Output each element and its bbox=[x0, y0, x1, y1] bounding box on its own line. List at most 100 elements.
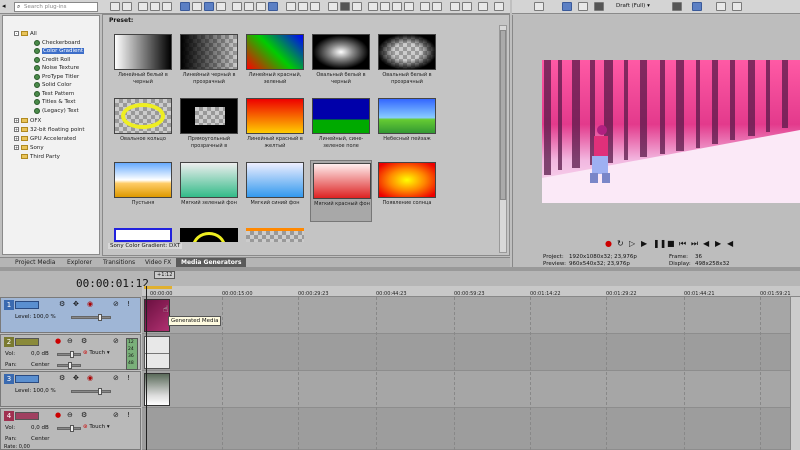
preset-item[interactable]: Прямоугольный прозрачный в bbox=[178, 96, 240, 158]
tree-item-32bit[interactable]: +32-bit floating point bbox=[14, 126, 85, 134]
preset-scroll-thumb[interactable] bbox=[500, 30, 506, 200]
tree-item-gpu[interactable]: + GPU Accelerated bbox=[14, 135, 76, 143]
solo-icon[interactable]: ! bbox=[127, 411, 130, 419]
toolbar-button-25[interactable] bbox=[432, 2, 442, 11]
toolbar-button-1[interactable] bbox=[110, 2, 120, 11]
track-fx-icon[interactable]: ⚙ bbox=[81, 411, 87, 419]
pause-icon[interactable]: ❚❚ bbox=[653, 240, 666, 248]
tree-item-third-party[interactable]: +Third Party bbox=[14, 153, 60, 161]
preset-item[interactable]: Появление солнца bbox=[376, 160, 438, 222]
preset-item-partial[interactable] bbox=[114, 228, 172, 242]
back-icon[interactable]: ◂ bbox=[2, 2, 6, 10]
stop-icon[interactable]: ■ bbox=[667, 240, 675, 248]
toolbar-button-9[interactable] bbox=[216, 2, 226, 11]
tree-item-legacy-text[interactable]: (Legacy) Text bbox=[34, 107, 79, 115]
toolbar-button-27[interactable] bbox=[462, 2, 472, 11]
tree-item-credit-roll[interactable]: Credit Roll bbox=[34, 56, 70, 64]
play-icon[interactable]: ▶ bbox=[641, 240, 649, 248]
preset-item[interactable]: Овальный белый в прозрачный bbox=[376, 32, 438, 94]
toolbar-button-20[interactable] bbox=[368, 2, 378, 11]
slider-knob[interactable] bbox=[98, 314, 102, 321]
toolbar-button-16[interactable] bbox=[310, 2, 320, 11]
toolbar-button-6[interactable] bbox=[180, 2, 190, 11]
preset-item[interactable]: Линейный красный в желтый bbox=[244, 96, 306, 158]
expand-icon[interactable]: + bbox=[14, 145, 19, 150]
video-clip[interactable] bbox=[144, 373, 170, 406]
preset-item[interactable]: Пустыня bbox=[112, 160, 174, 222]
preset-item-partial[interactable] bbox=[180, 228, 238, 242]
tree-item-checkerboard[interactable]: Checkerboard bbox=[34, 39, 80, 47]
record-arm-icon[interactable]: ● bbox=[55, 411, 61, 419]
toolbar-button-8[interactable] bbox=[204, 2, 214, 11]
preset-item[interactable]: Линейный белый в черный bbox=[112, 32, 174, 94]
slider-knob[interactable] bbox=[98, 388, 102, 395]
next-frame-icon[interactable]: ▶ bbox=[715, 240, 723, 248]
toolbar-button-29[interactable] bbox=[494, 2, 504, 11]
tree-item-solid-color[interactable]: Solid Color bbox=[34, 81, 72, 89]
toolbar-button-28[interactable] bbox=[478, 2, 488, 11]
tab-project-media[interactable]: Project Media bbox=[10, 258, 60, 267]
toolbar-button-12[interactable] bbox=[256, 2, 266, 11]
toolbar-button-5[interactable] bbox=[162, 2, 172, 11]
timeline-track-1[interactable] bbox=[142, 297, 800, 334]
motion-icon[interactable]: ✥ bbox=[73, 374, 79, 382]
play-from-start-icon[interactable]: ▷ bbox=[629, 240, 637, 248]
volume-slider[interactable] bbox=[57, 425, 81, 432]
invert-phase-icon[interactable]: ⊖ bbox=[67, 337, 73, 345]
toolbar-button-3[interactable] bbox=[138, 2, 148, 11]
preset-item[interactable]: Линейный красный, зеленый bbox=[244, 32, 306, 94]
slider-knob[interactable] bbox=[70, 425, 74, 432]
preset-scrollbar[interactable] bbox=[499, 25, 507, 253]
preset-item-selected[interactable]: Мягкий красный фон bbox=[310, 160, 372, 222]
tree-item-color-gradient[interactable]: Color Gradient bbox=[34, 47, 85, 55]
tree-item-ofx[interactable]: + OFX bbox=[14, 117, 41, 125]
expand-icon[interactable]: + bbox=[14, 127, 19, 132]
shuttle-icon[interactable]: ◀ bbox=[727, 240, 735, 248]
motion-icon[interactable]: ✥ bbox=[73, 300, 79, 308]
timeline-scrollbar[interactable] bbox=[790, 297, 800, 450]
preview-overlay-button[interactable] bbox=[594, 2, 604, 11]
preview-save-button[interactable] bbox=[732, 2, 742, 11]
composite-icon[interactable]: ◉ bbox=[87, 374, 93, 382]
preview-split-button[interactable] bbox=[578, 2, 588, 11]
timeline-track-3[interactable] bbox=[142, 371, 800, 408]
timeline-track-4[interactable] bbox=[142, 408, 800, 450]
tab-explorer[interactable]: Explorer bbox=[62, 258, 97, 267]
toolbar-button-10[interactable] bbox=[232, 2, 242, 11]
invert-phase-icon[interactable]: ⊖ bbox=[67, 411, 73, 419]
mute-icon[interactable]: ⊘ bbox=[113, 411, 119, 419]
timeline-track-2[interactable] bbox=[142, 334, 800, 371]
preset-item[interactable]: Небесный пейзаж bbox=[376, 96, 438, 158]
track-fx-icon[interactable]: ⚙ bbox=[59, 374, 65, 382]
toolbar-button-23[interactable] bbox=[404, 2, 414, 11]
toolbar-button-13[interactable] bbox=[268, 2, 278, 11]
tree-item-test-pattern[interactable]: Test Pattern bbox=[34, 90, 74, 98]
preset-item[interactable]: Мягкий зеленый фон bbox=[178, 160, 240, 222]
toolbar-button-14[interactable] bbox=[286, 2, 296, 11]
solo-icon[interactable]: ! bbox=[127, 300, 130, 308]
composite-icon[interactable]: ◉ bbox=[87, 300, 93, 308]
pan-slider[interactable] bbox=[57, 362, 81, 369]
tab-media-generators[interactable]: Media Generators bbox=[176, 258, 247, 267]
toolbar-button-18[interactable] bbox=[340, 2, 350, 11]
automation-mode[interactable]: ⊛ Touch ▾ bbox=[83, 350, 110, 356]
record-icon[interactable]: ● bbox=[605, 240, 613, 248]
toolbar-button-24[interactable] bbox=[420, 2, 430, 11]
tab-transitions[interactable]: Transitions bbox=[98, 258, 140, 267]
toolbar-button-2[interactable] bbox=[122, 2, 132, 11]
preview-grid-button[interactable] bbox=[672, 2, 682, 11]
level-slider[interactable] bbox=[71, 314, 111, 321]
search-input[interactable]: ⌕ Search plug-ins bbox=[14, 2, 98, 12]
expand-icon[interactable]: + bbox=[14, 118, 19, 123]
preview-monitor-button[interactable] bbox=[562, 2, 572, 11]
mute-icon[interactable]: ⊘ bbox=[113, 337, 119, 345]
video-clip-generated[interactable] bbox=[144, 299, 170, 332]
tree-item-noise-texture[interactable]: Noise Texture bbox=[34, 64, 79, 72]
toolbar-button-17[interactable] bbox=[328, 2, 338, 11]
expand-icon[interactable]: + bbox=[14, 136, 19, 141]
preview-settings-button[interactable] bbox=[534, 2, 544, 11]
prev-frame-icon[interactable]: ◀ bbox=[703, 240, 711, 248]
volume-slider[interactable] bbox=[57, 351, 81, 358]
preset-item[interactable]: Линейный, сине-зеленое поле bbox=[310, 96, 372, 158]
track-header-audio-2[interactable]: 2 ● ⊖ ⚙ ⊘ ! Vol: 0,0 dB ⊛ Touch ▾ Pan: C… bbox=[0, 334, 141, 370]
